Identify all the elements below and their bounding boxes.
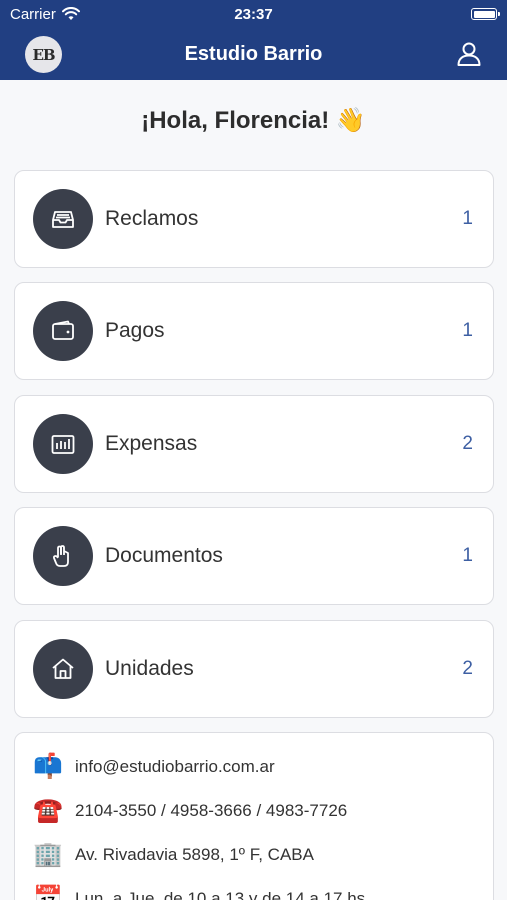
telephone-icon: ☎️ bbox=[33, 797, 63, 824]
hand-document-icon bbox=[33, 526, 93, 586]
menu-item-label: Expensas bbox=[105, 432, 198, 455]
menu-item-count: 1 bbox=[462, 545, 473, 566]
contact-address-row[interactable]: 🏢 Av. Rivadavia 5898, 1º F, CABA bbox=[33, 843, 314, 867]
contact-email: info@estudiobarrio.com.ar bbox=[75, 757, 275, 776]
app-logo[interactable]: EB bbox=[25, 36, 62, 73]
contact-hours: Lun. a Jue. de 10 a 13 y de 14 a 17 hs. bbox=[75, 889, 370, 900]
contact-address: Av. Rivadavia 5898, 1º F, CABA bbox=[75, 845, 314, 864]
navigation-bar: EB Estudio Barrio bbox=[0, 28, 507, 80]
menu-item-count: 1 bbox=[462, 320, 473, 341]
contact-phone: 2104-3550 / 4958-3666 / 4983-7726 bbox=[75, 801, 348, 820]
menu-item-documentos[interactable]: Documentos 1 bbox=[14, 507, 494, 605]
battery-icon bbox=[471, 8, 500, 20]
menu-item-pagos[interactable]: Pagos 1 bbox=[14, 282, 494, 380]
inbox-tray-icon bbox=[33, 189, 93, 249]
contact-email-row[interactable]: 📫 info@estudiobarrio.com.ar bbox=[33, 755, 275, 779]
mailbox-icon: 📫 bbox=[33, 753, 63, 780]
menu-item-label: Documentos bbox=[105, 544, 223, 567]
wallet-icon bbox=[33, 301, 93, 361]
status-bar: Carrier 23:37 bbox=[0, 0, 507, 28]
menu-item-unidades[interactable]: Unidades 2 bbox=[14, 620, 494, 718]
menu-item-label: Reclamos bbox=[105, 207, 199, 230]
menu-item-count: 2 bbox=[462, 433, 473, 454]
menu-item-label: Unidades bbox=[105, 657, 194, 680]
calendar-icon: 📅 bbox=[33, 885, 63, 900]
menu-item-expensas[interactable]: Expensas 2 bbox=[14, 395, 494, 493]
contact-hours-row: 📅 Lun. a Jue. de 10 a 13 y de 14 a 17 hs… bbox=[33, 887, 370, 900]
wifi-icon bbox=[61, 7, 80, 20]
greeting-title: ¡Hola, Florencia! 👋 bbox=[141, 107, 366, 134]
home-icon bbox=[33, 639, 93, 699]
menu-item-label: Pagos bbox=[105, 319, 165, 342]
contact-info-card: 📫 info@estudiobarrio.com.ar ☎️ 2104-3550… bbox=[14, 732, 494, 900]
user-profile-icon[interactable] bbox=[455, 40, 483, 68]
status-left: Carrier bbox=[10, 6, 80, 23]
nav-title: Estudio Barrio bbox=[184, 42, 323, 65]
contact-phone-row[interactable]: ☎️ 2104-3550 / 4958-3666 / 4983-7726 bbox=[33, 799, 347, 823]
bar-chart-icon bbox=[33, 414, 93, 474]
menu-item-count: 1 bbox=[462, 208, 473, 229]
menu-item-reclamos[interactable]: Reclamos 1 bbox=[14, 170, 494, 268]
menu-item-count: 2 bbox=[462, 658, 473, 679]
carrier-label: Carrier bbox=[10, 5, 56, 23]
office-building-icon: 🏢 bbox=[33, 841, 63, 868]
